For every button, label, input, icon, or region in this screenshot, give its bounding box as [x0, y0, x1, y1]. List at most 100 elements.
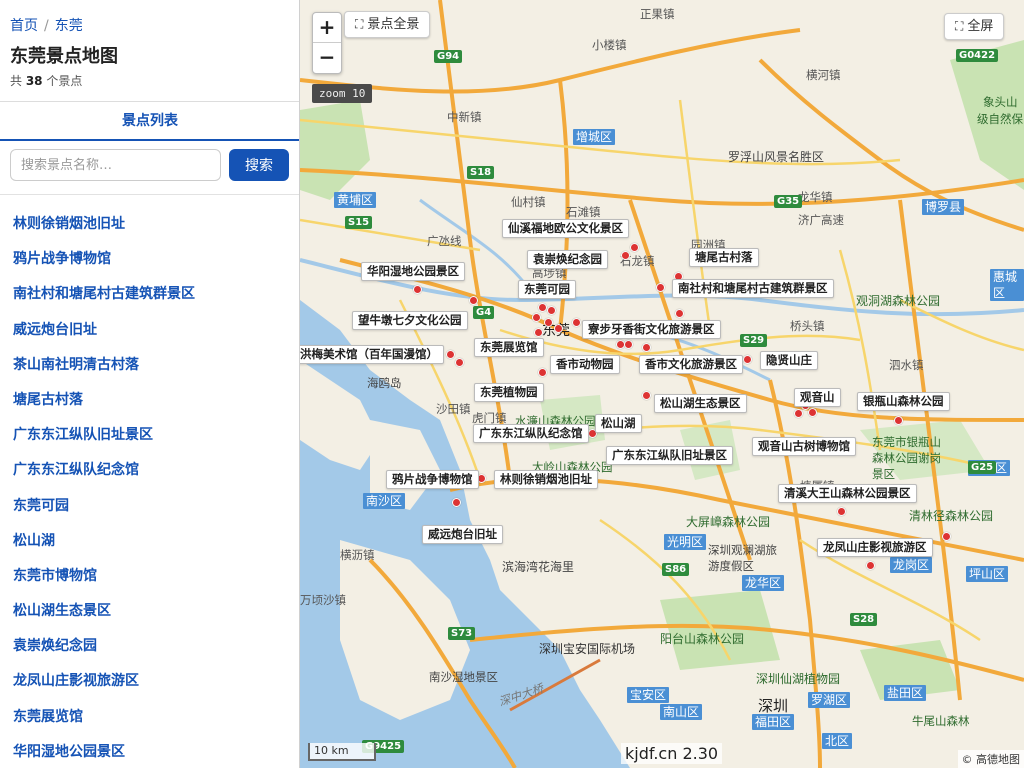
- place-label[interactable]: 清溪大王山森林公园景区: [778, 484, 917, 503]
- map-pin[interactable]: [532, 313, 541, 322]
- list-item[interactable]: 东莞展览馆: [0, 700, 299, 735]
- map-pin[interactable]: [630, 243, 639, 252]
- place-label[interactable]: 观音山: [794, 388, 841, 407]
- district-badge: 黄埔区: [334, 192, 377, 208]
- map-pin[interactable]: [642, 391, 651, 400]
- highway-shield: G94: [434, 50, 463, 63]
- base-label: 深圳宝安国际机场: [539, 642, 636, 656]
- list-item[interactable]: 广东东江纵队旧址景区: [0, 418, 299, 453]
- list-item[interactable]: 广东东江纵队纪念馆: [0, 453, 299, 488]
- list-item[interactable]: 松山湖: [0, 524, 299, 559]
- map-pin[interactable]: [837, 507, 846, 516]
- map-pin[interactable]: [942, 532, 951, 541]
- base-label: 深圳仙湖植物园: [756, 672, 841, 686]
- place-count: 共 38 个景点: [10, 72, 82, 89]
- list-item[interactable]: 南社村和塘尾村古建筑群景区: [0, 277, 299, 312]
- breadcrumb-current-link[interactable]: 东莞: [55, 18, 83, 34]
- place-label[interactable]: 东莞展览馆: [474, 338, 544, 357]
- scale-bar: 10 km: [308, 743, 376, 761]
- place-label[interactable]: 龙凤山庄影视旅游区: [817, 538, 933, 557]
- place-label[interactable]: 林则徐销烟池旧址: [494, 470, 598, 489]
- list-item[interactable]: 茶山南社明清古村落: [0, 348, 299, 383]
- place-label[interactable]: 松山湖: [595, 414, 642, 433]
- map-pin[interactable]: [446, 350, 455, 359]
- place-label[interactable]: 东莞可园: [518, 280, 576, 299]
- list-item[interactable]: 威远炮台旧址: [0, 313, 299, 348]
- map-pin[interactable]: [675, 309, 684, 318]
- district-badge: 罗湖区: [808, 692, 851, 708]
- map-pin[interactable]: [455, 358, 464, 367]
- search-button[interactable]: 搜索: [229, 149, 289, 181]
- map-pin[interactable]: [413, 285, 422, 294]
- map-view[interactable]: 正果镇 小楼镇 横河镇 中新镇 增城区 罗浮山风景名胜区 象头山 级自然保 黄埔…: [300, 0, 1024, 768]
- highway-shield: G25: [968, 461, 997, 474]
- map-pin[interactable]: [866, 561, 875, 570]
- overview-button[interactable]: ⛶ 景点全景: [344, 11, 431, 38]
- place-label[interactable]: 广东东江纵队纪念馆: [473, 424, 589, 443]
- breadcrumb-home-link[interactable]: 首页: [10, 18, 38, 34]
- base-label: 滨海湾花海里: [502, 560, 575, 574]
- list-item[interactable]: 松山湖生态景区: [0, 594, 299, 629]
- list-item[interactable]: 塘尾古村落: [0, 383, 299, 418]
- district-badge: 南山区: [660, 704, 703, 720]
- base-label: 清林径森林公园: [909, 509, 994, 523]
- place-label[interactable]: 观音山古树博物馆: [752, 437, 856, 456]
- list-item[interactable]: 东莞可园: [0, 489, 299, 524]
- count-number: 38: [25, 74, 43, 88]
- place-label[interactable]: 鸦片战争博物馆: [386, 470, 479, 489]
- place-label[interactable]: 银瓶山森林公园: [857, 392, 950, 411]
- place-label[interactable]: 东莞植物园: [474, 383, 544, 402]
- place-label[interactable]: 塘尾古村落: [689, 248, 759, 267]
- place-label[interactable]: 袁崇焕纪念园: [527, 250, 608, 269]
- district-badge: 南沙区: [363, 493, 406, 509]
- place-label[interactable]: 望牛墩七夕文化公园: [352, 311, 468, 330]
- map-pin[interactable]: [794, 409, 803, 418]
- zoom-out-button[interactable]: −: [313, 43, 341, 73]
- place-label[interactable]: 华阳湿地公园景区: [361, 262, 465, 281]
- base-label: 龙华镇: [798, 190, 833, 204]
- list-item[interactable]: 林则徐销烟池旧址: [0, 207, 299, 242]
- place-label[interactable]: 香市动物园: [550, 355, 620, 374]
- list-item[interactable]: 东莞市博物馆: [0, 559, 299, 594]
- map-pin[interactable]: [547, 306, 556, 315]
- place-label[interactable]: 松山湖生态景区: [654, 394, 747, 413]
- tab-place-list[interactable]: 景点列表: [0, 102, 299, 140]
- list-item[interactable]: 华阳湿地公园景区: [0, 735, 299, 768]
- base-label: 正果镇: [640, 7, 675, 21]
- map-pin[interactable]: [894, 416, 903, 425]
- place-label[interactable]: 隐贤山庄: [760, 351, 818, 370]
- fullscreen-button-label: 全屏: [967, 19, 994, 34]
- list-item[interactable]: 龙凤山庄影视旅游区: [0, 664, 299, 699]
- map-pin[interactable]: [621, 251, 630, 260]
- fullscreen-icon: ⛶: [955, 19, 964, 33]
- base-label: 中新镇: [447, 110, 482, 124]
- map-pin[interactable]: [544, 318, 553, 327]
- map-pin[interactable]: [469, 296, 478, 305]
- map-pin[interactable]: [452, 498, 461, 507]
- map-pin[interactable]: [642, 343, 651, 352]
- map-pin[interactable]: [656, 283, 665, 292]
- list-item[interactable]: 袁崇焕纪念园: [0, 629, 299, 664]
- zoom-in-button[interactable]: +: [313, 13, 341, 43]
- place-label[interactable]: 洪梅美术馆（百年国漫馆）: [300, 345, 444, 364]
- map-pin[interactable]: [538, 368, 547, 377]
- map-pin[interactable]: [743, 355, 752, 364]
- place-label[interactable]: 广东东江纵队旧址景区: [606, 446, 733, 465]
- map-pin[interactable]: [572, 318, 581, 327]
- map-pin[interactable]: [554, 324, 563, 333]
- map-pin[interactable]: [538, 303, 547, 312]
- search-input[interactable]: [10, 149, 221, 181]
- place-label[interactable]: 寮步牙香街文化旅游景区: [582, 320, 721, 339]
- place-label[interactable]: 南社村和塘尾村古建筑群景区: [672, 279, 834, 298]
- map-pin[interactable]: [808, 408, 817, 417]
- place-label[interactable]: 香市文化旅游景区: [639, 355, 743, 374]
- district-badge: 北区: [822, 733, 853, 749]
- place-label[interactable]: 仙溪福地欧公文化景区: [502, 219, 629, 238]
- map-pin[interactable]: [624, 340, 633, 349]
- place-label[interactable]: 威远炮台旧址: [422, 525, 503, 544]
- page-title: 东莞景点地图: [10, 46, 118, 67]
- base-label: 横沥镇: [340, 548, 375, 562]
- list-item[interactable]: 鸦片战争博物馆: [0, 242, 299, 277]
- fullscreen-button[interactable]: ⛶ 全屏: [944, 13, 1005, 40]
- map-pin[interactable]: [534, 328, 543, 337]
